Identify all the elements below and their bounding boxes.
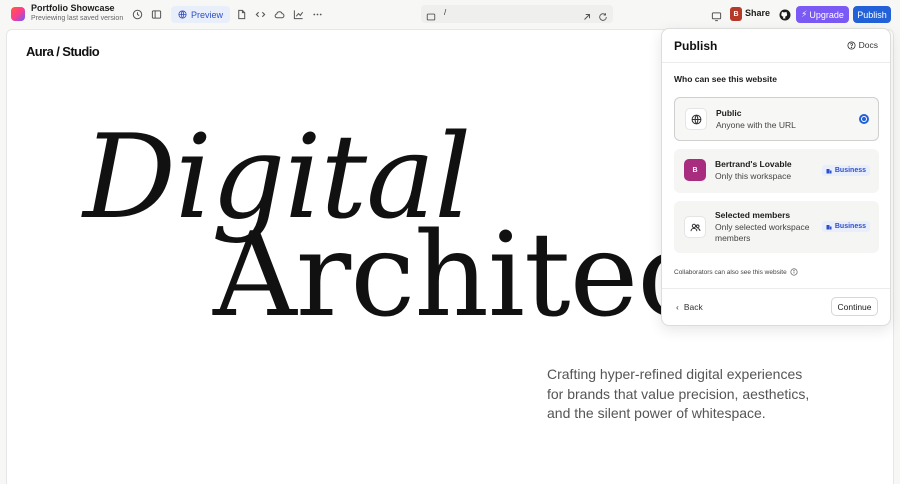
badge-label: Business bbox=[834, 223, 866, 230]
history-icon[interactable] bbox=[131, 8, 143, 20]
chevron-left-icon: ‹ bbox=[676, 302, 679, 312]
publish-button[interactable]: Publish bbox=[853, 6, 891, 23]
badge-label: Business bbox=[834, 167, 866, 174]
visibility-option-public[interactable]: Public Anyone with the URL bbox=[674, 97, 879, 141]
chevron-down-icon[interactable]: ⌄ bbox=[107, 3, 114, 12]
panel-title: Publish bbox=[674, 39, 718, 53]
project-subtitle: Previewing last saved version bbox=[31, 15, 124, 22]
preview-label: Preview bbox=[190, 9, 223, 20]
divider bbox=[662, 62, 890, 63]
business-badge: Business bbox=[821, 165, 870, 176]
users-icon bbox=[684, 216, 706, 238]
publish-panel: Publish Docs Who can see this website Pu… bbox=[661, 28, 891, 326]
help-icon bbox=[847, 40, 856, 50]
back-label: Back bbox=[683, 302, 703, 312]
continue-button[interactable]: Continue bbox=[831, 297, 878, 316]
device-icon[interactable] bbox=[426, 9, 436, 21]
visibility-option-workspace[interactable]: B Bertrand's Lovable Only this workspace… bbox=[674, 149, 879, 193]
lightning-icon: ⚡ bbox=[801, 9, 808, 19]
visibility-option-selected-members[interactable]: Selected members Only selected workspace… bbox=[674, 201, 879, 253]
collaborators-note: Collaborators can also see this website bbox=[674, 268, 798, 276]
option-title: Public bbox=[716, 108, 742, 118]
collab-note-text: Collaborators can also see this website bbox=[674, 268, 787, 276]
radio-selected[interactable] bbox=[859, 114, 869, 124]
visibility-section-label: Who can see this website bbox=[674, 74, 777, 84]
code-icon[interactable] bbox=[254, 8, 266, 20]
option-title: Selected members bbox=[715, 210, 791, 220]
share-avatar[interactable]: B bbox=[730, 7, 742, 21]
workspace-avatar: B bbox=[684, 159, 706, 181]
back-button[interactable]: ‹ Back bbox=[676, 302, 703, 312]
share-button[interactable]: Share bbox=[745, 8, 770, 18]
refresh-icon[interactable] bbox=[598, 9, 608, 21]
monitor-icon[interactable] bbox=[711, 9, 722, 22]
github-icon[interactable] bbox=[779, 8, 791, 21]
option-title: Bertrand's Lovable bbox=[715, 159, 792, 169]
site-brand[interactable]: Aura / Studio bbox=[26, 44, 100, 59]
analytics-icon[interactable] bbox=[292, 8, 304, 20]
sidebar-toggle-icon[interactable] bbox=[150, 8, 162, 20]
building-icon bbox=[826, 168, 832, 173]
open-external-icon[interactable] bbox=[582, 9, 592, 20]
option-subtitle: Only this workspace bbox=[715, 171, 792, 181]
file-icon[interactable] bbox=[235, 8, 247, 20]
upgrade-button[interactable]: ⚡ Upgrade bbox=[796, 6, 849, 23]
globe-icon bbox=[685, 108, 707, 130]
preview-button[interactable]: Preview bbox=[171, 6, 230, 23]
cloud-icon[interactable] bbox=[273, 8, 285, 20]
top-bar: Portfolio Showcase ⌄ Previewing last sav… bbox=[0, 0, 900, 28]
url-path[interactable]: / bbox=[444, 8, 446, 17]
project-name[interactable]: Portfolio Showcase bbox=[31, 3, 115, 13]
more-icon[interactable] bbox=[311, 8, 323, 20]
docs-label: Docs bbox=[858, 40, 878, 50]
option-subtitle: Anyone with the URL bbox=[716, 120, 796, 130]
upgrade-label: Upgrade bbox=[809, 9, 844, 20]
globe-icon bbox=[178, 10, 187, 19]
option-subtitle: Only selected workspace members bbox=[715, 222, 810, 243]
info-icon[interactable] bbox=[790, 268, 798, 276]
docs-link[interactable]: Docs bbox=[847, 40, 878, 50]
divider bbox=[662, 288, 890, 289]
hero-tagline: Crafting hyper-refined digital experienc… bbox=[547, 366, 810, 421]
building-icon bbox=[826, 224, 832, 229]
app-logo-icon[interactable] bbox=[11, 7, 25, 21]
business-badge: Business bbox=[821, 221, 870, 232]
